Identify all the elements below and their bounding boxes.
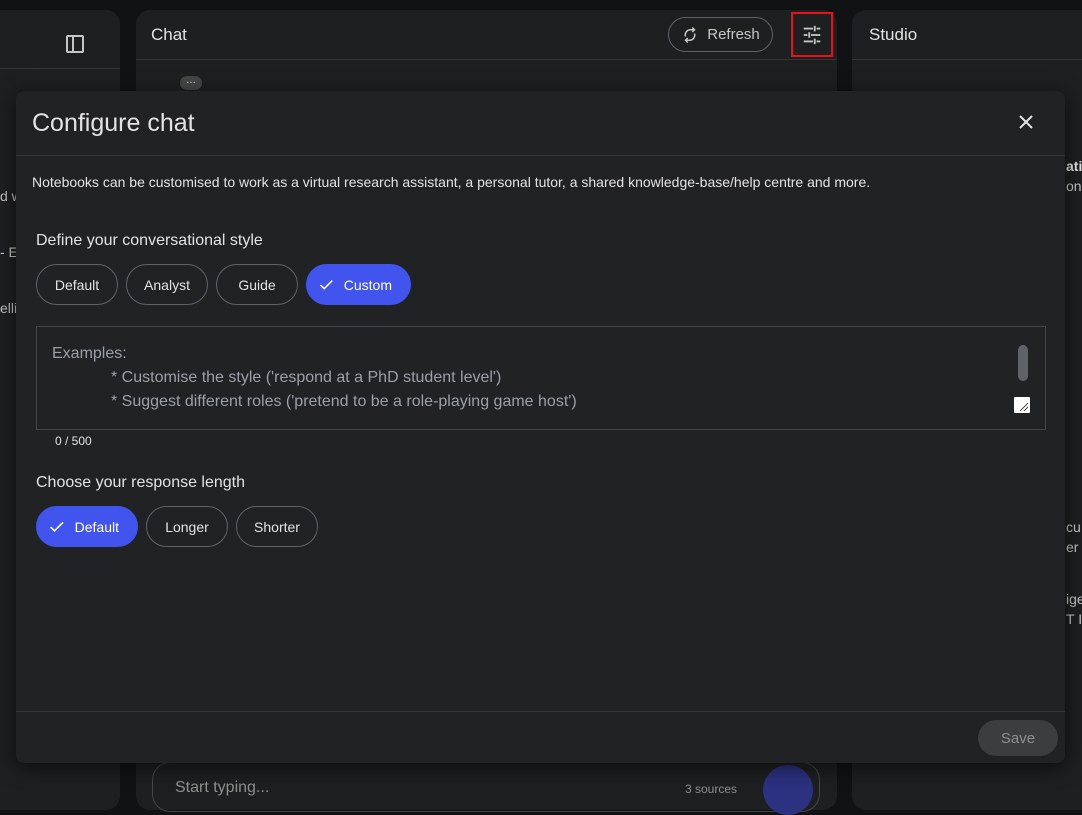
divider <box>852 59 1082 60</box>
close-button[interactable] <box>1011 107 1041 137</box>
length-option-default[interactable]: Default <box>36 506 138 547</box>
chip-label: Longer <box>165 518 209 535</box>
check-icon <box>50 521 64 532</box>
dialog-description: Notebooks can be customised to work as a… <box>32 174 871 190</box>
character-count: 0 / 500 <box>55 434 92 448</box>
tune-icon <box>803 25 821 44</box>
sidebar-toggle-icon[interactable] <box>66 35 84 53</box>
divider <box>136 59 837 60</box>
style-options: Default Analyst Guide Custom <box>36 264 411 305</box>
style-option-guide[interactable]: Guide <box>216 264 298 305</box>
chip-label: Default <box>74 518 119 535</box>
more-options-icon[interactable]: … <box>180 76 202 90</box>
length-option-shorter[interactable]: Shorter <box>236 506 318 547</box>
chip-label: Analyst <box>144 276 190 293</box>
style-section-title: Define your conversational style <box>36 232 263 249</box>
refresh-button[interactable]: Refresh <box>668 17 773 52</box>
header-divider <box>16 155 1065 156</box>
right-fragment: ati <box>1066 158 1082 174</box>
length-options: Default Longer Shorter <box>36 506 318 547</box>
placeholder-line: * Customise the style ('respond at a PhD… <box>111 369 502 386</box>
style-option-default[interactable]: Default <box>36 264 118 305</box>
chip-label: Shorter <box>254 518 300 535</box>
left-fragment: elli <box>0 300 18 316</box>
sources-count: 3 sources <box>685 782 738 796</box>
scrollbar[interactable] <box>1018 345 1028 381</box>
chip-label: Guide <box>238 276 276 293</box>
right-fragment: cu <box>1066 519 1081 535</box>
refresh-label: Refresh <box>707 26 760 43</box>
right-fragment: on <box>1066 178 1082 194</box>
dialog-title: Configure chat <box>32 109 195 137</box>
refresh-icon <box>684 26 696 43</box>
length-option-longer[interactable]: Longer <box>146 506 228 547</box>
save-button[interactable]: Save <box>978 720 1058 756</box>
divider <box>0 68 120 69</box>
configure-chat-button[interactable] <box>791 12 833 57</box>
style-option-analyst[interactable]: Analyst <box>126 264 208 305</box>
custom-style-textarea[interactable]: Examples: * Customise the style ('respon… <box>36 326 1046 430</box>
right-fragment: T I <box>1066 611 1082 627</box>
style-option-custom[interactable]: Custom <box>306 264 411 305</box>
length-section-title: Choose your response length <box>36 474 246 491</box>
chip-label: Custom <box>343 276 392 293</box>
right-fragment: ige <box>1066 591 1082 607</box>
placeholder-line: * Suggest different roles ('pretend to b… <box>111 393 577 410</box>
chat-input[interactable]: Start typing... 3 sources <box>152 762 820 815</box>
right-fragment: er <box>1066 539 1079 555</box>
placeholder-line: Examples: <box>52 345 127 362</box>
close-icon <box>1019 115 1033 129</box>
footer-divider <box>16 711 1065 712</box>
send-button[interactable] <box>763 765 813 815</box>
save-label: Save <box>1000 729 1036 747</box>
chat-input-placeholder: Start typing... <box>175 779 270 796</box>
chip-label: Default <box>54 276 100 293</box>
studio-title: Studio <box>869 25 918 44</box>
check-icon <box>319 279 333 290</box>
chat-title: Chat <box>151 25 187 44</box>
configure-chat-dialog: Configure chat Notebooks can be customis… <box>16 91 1065 763</box>
resize-handle[interactable] <box>1014 397 1030 413</box>
